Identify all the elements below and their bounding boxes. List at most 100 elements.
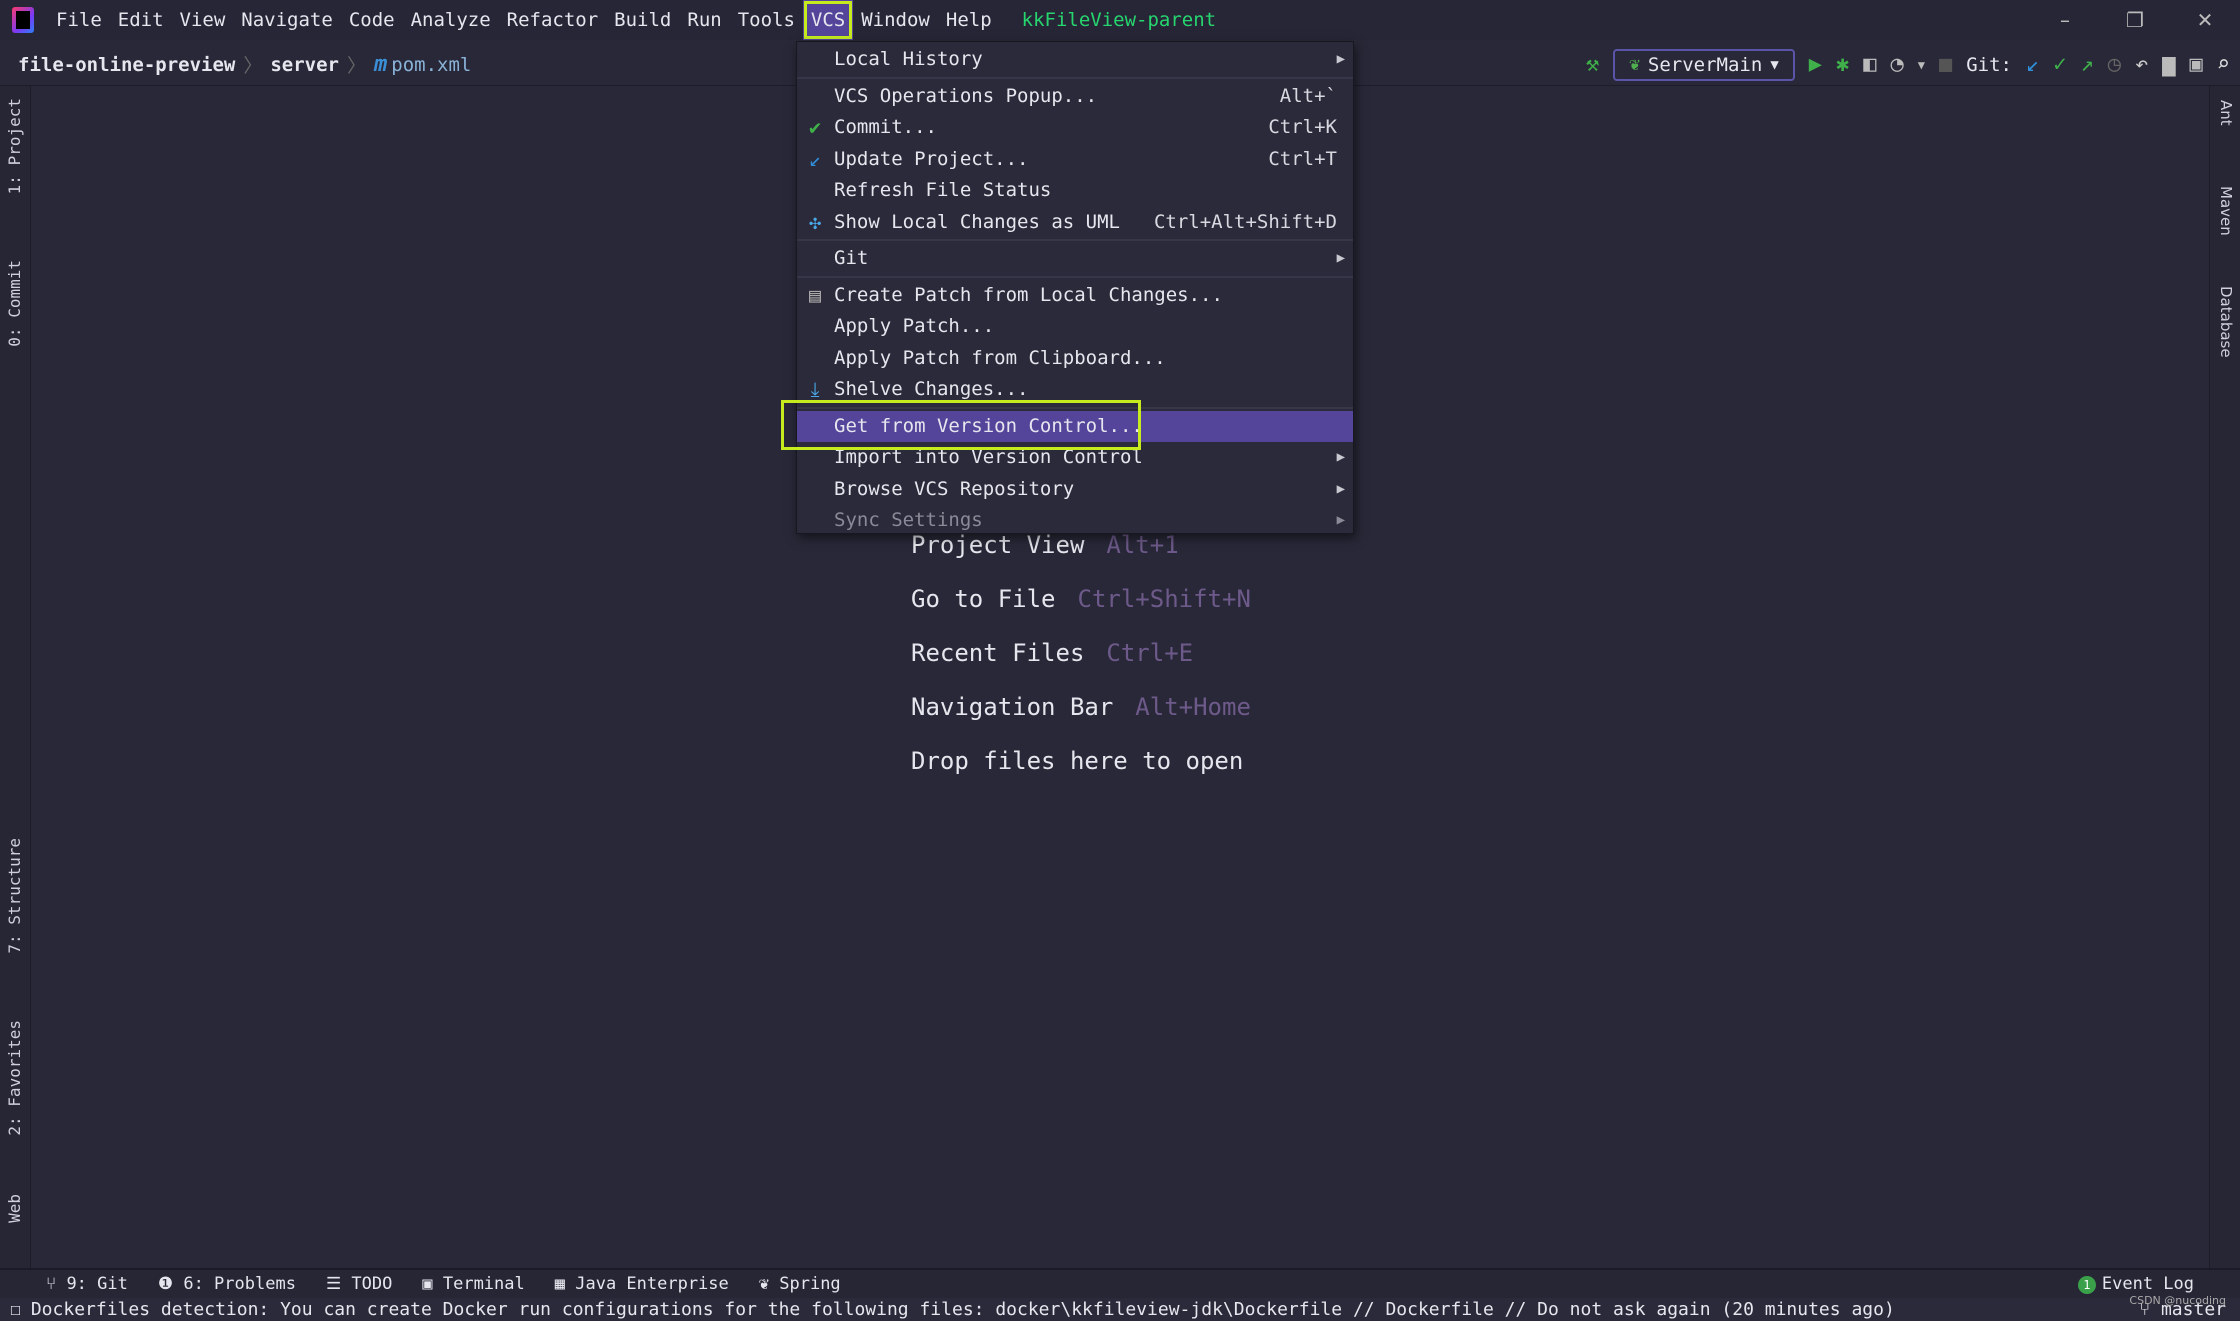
- update-arrow-icon: ↙: [808, 146, 822, 171]
- git-commit-check-icon[interactable]: ✓: [2053, 54, 2066, 76]
- status-toggle-icon[interactable]: ☐: [10, 1299, 21, 1320]
- menu-item-apply-patch[interactable]: Apply Patch...: [797, 311, 1353, 343]
- tab-favorites[interactable]: 2: Favorites: [5, 1020, 24, 1136]
- stop-icon[interactable]: ■: [1939, 54, 1952, 76]
- patch-icon: ▤: [808, 282, 822, 307]
- vcs-dropdown-menu: Local History ▶ VCS Operations Popup... Al…: [796, 41, 1354, 534]
- menu-item-vcs-operations-popup[interactable]: VCS Operations Popup... Alt+`: [797, 81, 1353, 113]
- submenu-arrow-icon: ▶: [1336, 480, 1345, 497]
- item-label: Show Local Changes as UML: [834, 210, 1120, 233]
- item-label: Local History: [834, 48, 983, 70]
- debug-bug-icon[interactable]: ✱: [1836, 54, 1849, 76]
- submenu-arrow-icon: ▶: [1336, 512, 1345, 528]
- info-icon: ❶: [157, 1274, 184, 1294]
- build-hammer-icon[interactable]: ⚒: [1586, 54, 1599, 76]
- hint-shortcut: Ctrl+E: [1106, 639, 1194, 667]
- menu-item-commit[interactable]: ✔ Commit... Ctrl+K: [797, 112, 1353, 144]
- menu-item-git[interactable]: Git ▶: [797, 243, 1353, 275]
- tab-maven[interactable]: Maven: [2217, 186, 2235, 236]
- tool-problems[interactable]: ❶ 6: Problems: [158, 1274, 296, 1294]
- minimize-button[interactable]: –: [2030, 8, 2100, 32]
- item-shortcut: Ctrl+Alt+Shift+D: [1153, 210, 1337, 233]
- restore-button[interactable]: ❐: [2100, 8, 2170, 32]
- menu-view[interactable]: View: [172, 0, 234, 40]
- git-push-icon[interactable]: ↗: [2081, 54, 2094, 76]
- hint-label: Navigation Bar: [911, 693, 1114, 721]
- event-log-button[interactable]: 1 Event Log: [2077, 1274, 2194, 1294]
- item-label: VCS Operations Popup...: [834, 84, 1098, 107]
- close-button[interactable]: ✕: [2170, 8, 2240, 32]
- hint-drop-files: Drop files here to open: [911, 744, 1251, 798]
- menu-item-refresh-file-status[interactable]: Refresh File Status: [797, 175, 1353, 207]
- tool-label: Terminal: [442, 1274, 525, 1294]
- tool-label: TODO: [351, 1274, 393, 1294]
- hint-label: Recent Files: [911, 639, 1085, 667]
- event-log-label: Event Log: [2101, 1274, 2194, 1294]
- chevron-right-icon: 〉: [243, 55, 263, 77]
- tab-project[interactable]: 1: Project: [5, 98, 24, 194]
- menu-tools[interactable]: Tools: [730, 0, 803, 40]
- menu-item-create-patch[interactable]: ▤ Create Patch from Local Changes...: [797, 280, 1353, 312]
- history-clock-icon[interactable]: ◷: [2108, 54, 2121, 76]
- menu-refactor[interactable]: Refactor: [499, 0, 607, 40]
- project-title: kkFileView-parent: [1021, 9, 1217, 31]
- item-label: Apply Patch from Clipboard...: [834, 346, 1166, 369]
- status-message[interactable]: Dockerfiles detection: You can create Do…: [31, 1299, 1895, 1320]
- tool-spring[interactable]: ❦ Spring: [759, 1274, 841, 1294]
- run-icon[interactable]: ▶: [1809, 54, 1822, 76]
- menu-window[interactable]: Window: [853, 0, 938, 40]
- search-icon[interactable]: ⌕: [2217, 54, 2230, 76]
- uml-icon: ✣: [808, 209, 822, 234]
- breadcrumb-module[interactable]: server: [270, 54, 339, 76]
- menu-item-apply-patch-clipboard[interactable]: Apply Patch from Clipboard...: [797, 343, 1353, 375]
- hint-recent-files: Recent Files Ctrl+E: [911, 636, 1251, 690]
- breadcrumb-file[interactable]: pom.xml: [391, 54, 471, 76]
- menu-item-local-history[interactable]: Local History ▶: [797, 44, 1353, 76]
- menu-run[interactable]: Run: [679, 0, 729, 40]
- menu-item-show-local-changes-uml[interactable]: ✣ Show Local Changes as UML Ctrl+Alt+Shift…: [797, 207, 1353, 239]
- run-config-selector[interactable]: ❦ ServerMain ▼: [1613, 49, 1795, 81]
- hint-go-to-file: Go to File Ctrl+Shift+N: [911, 582, 1251, 636]
- menu-item-browse-vcs-repository[interactable]: Browse VCS Repository ▶: [797, 474, 1353, 506]
- watermark: CSDN @nucoding: [2129, 1294, 2226, 1307]
- tool-java-enterprise[interactable]: ▦ Java Enterprise: [555, 1274, 729, 1294]
- submenu-arrow-icon: ▶: [1336, 250, 1345, 266]
- terminal-icon: ▣: [422, 1274, 443, 1294]
- terminal-window-icon[interactable]: ▣: [2190, 54, 2203, 76]
- editor-empty-hints: Project View Alt+1 Go to File Ctrl+Shift+N…: [911, 528, 1251, 798]
- tool-terminal[interactable]: ▣ Terminal: [422, 1274, 524, 1294]
- tab-database[interactable]: Database: [2217, 286, 2235, 358]
- right-tool-strip: Ant Maven Database: [2209, 86, 2240, 1268]
- menu-build[interactable]: Build: [606, 0, 679, 40]
- main-toolbar: ⚒ ❦ ServerMain ▼ ▶ ✱ ◧ ◔ ▼ ■ Git: ↙ ✓ ↗ …: [1586, 44, 2240, 86]
- submenu-arrow-icon: ▶: [1336, 51, 1345, 67]
- tab-ant[interactable]: Ant: [2217, 100, 2235, 126]
- menu-code[interactable]: Code: [341, 0, 403, 40]
- menu-item-update-project[interactable]: ↙ Update Project... Ctrl+T: [797, 144, 1353, 176]
- item-label: Update Project...: [834, 147, 1029, 170]
- git-update-icon[interactable]: ↙: [2026, 54, 2039, 76]
- breadcrumb-project[interactable]: file-online-preview: [18, 54, 235, 76]
- check-icon: ✔: [808, 115, 822, 139]
- menu-edit[interactable]: Edit: [110, 0, 172, 40]
- menu-help[interactable]: Help: [938, 0, 1000, 40]
- chevron-down-icon[interactable]: ▼: [1918, 58, 1925, 72]
- tab-commit[interactable]: 0: Commit: [5, 260, 24, 347]
- submenu-arrow-icon: ▶: [1336, 449, 1345, 465]
- coverage-icon[interactable]: ◧: [1863, 54, 1876, 76]
- tab-structure[interactable]: 7: Structure: [5, 838, 24, 954]
- tab-web[interactable]: Web: [5, 1194, 24, 1223]
- tool-git[interactable]: ⑂ 9: Git: [46, 1274, 128, 1294]
- menu-navigate[interactable]: Navigate: [233, 0, 341, 40]
- tool-label: 9: Git: [66, 1274, 128, 1294]
- run-config-name: ServerMain: [1647, 54, 1763, 76]
- menu-file[interactable]: File: [48, 0, 110, 40]
- tool-label: 6: Problems: [183, 1274, 296, 1294]
- project-structure-icon[interactable]: ▆: [2162, 54, 2175, 76]
- rollback-icon[interactable]: ↶: [2135, 54, 2148, 76]
- menu-analyze[interactable]: Analyze: [403, 0, 499, 40]
- tool-label: Java Enterprise: [575, 1274, 729, 1294]
- tool-todo[interactable]: ☰ TODO: [326, 1274, 392, 1294]
- profiler-icon[interactable]: ◔: [1891, 54, 1904, 76]
- menu-vcs[interactable]: VCS: [802, 0, 854, 40]
